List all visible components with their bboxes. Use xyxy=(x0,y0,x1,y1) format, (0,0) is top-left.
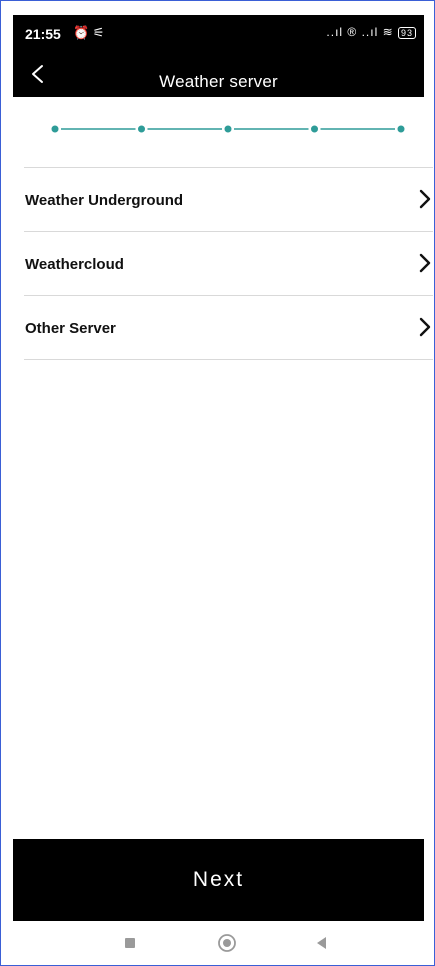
page-title: Weather server xyxy=(159,72,278,91)
server-item-label: Other Server xyxy=(25,320,116,337)
battery-icon: 93 xyxy=(397,26,416,39)
chevron-right-icon xyxy=(419,317,431,337)
triangle-back-icon xyxy=(317,937,326,949)
server-item-label: Weather Underground xyxy=(25,192,184,209)
app-header: 21:55 ⏰ ⚟ ..ıl ® ..ıl ≋ 93 Weather serve… xyxy=(13,15,424,97)
next-button[interactable]: Next xyxy=(13,839,424,921)
alarm-icon: ⏰ ⚟ xyxy=(73,25,105,40)
server-item-weathercloud[interactable]: Weathercloud xyxy=(24,231,433,295)
stepper-dot xyxy=(397,125,405,133)
stepper-dot xyxy=(224,125,232,133)
status-bar: 21:55 ⏰ ⚟ ..ıl ® ..ıl ≋ 93 xyxy=(13,15,424,53)
status-icons: ..ıl ® ..ıl ≋ 93 xyxy=(326,25,416,39)
progress-stepper xyxy=(47,121,407,137)
chevron-right-icon xyxy=(419,189,431,209)
stepper-graphic xyxy=(51,125,405,133)
server-item-label: Weathercloud xyxy=(25,256,124,273)
app-frame: 21:55 ⏰ ⚟ ..ıl ® ..ıl ≋ 93 Weather serve… xyxy=(0,0,435,966)
status-time: 21:55 xyxy=(25,26,61,42)
system-nav-bar xyxy=(13,921,424,965)
home-button[interactable] xyxy=(216,932,238,954)
server-item-weather-underground[interactable]: Weather Underground xyxy=(24,167,433,231)
square-icon xyxy=(125,938,135,948)
chevron-right-icon xyxy=(419,253,431,273)
back-nav-button[interactable] xyxy=(311,932,333,954)
stepper-dot xyxy=(311,125,318,133)
stepper-dot xyxy=(51,125,59,133)
signal-icon: ..ıl ® ..ıl ≋ xyxy=(326,25,394,39)
server-item-other-server[interactable]: Other Server xyxy=(24,295,433,360)
circle-icon xyxy=(218,934,236,952)
stepper-dot xyxy=(138,125,145,133)
recent-apps-button[interactable] xyxy=(119,932,141,954)
server-list: Weather Underground Weathercloud Other S… xyxy=(24,167,433,360)
